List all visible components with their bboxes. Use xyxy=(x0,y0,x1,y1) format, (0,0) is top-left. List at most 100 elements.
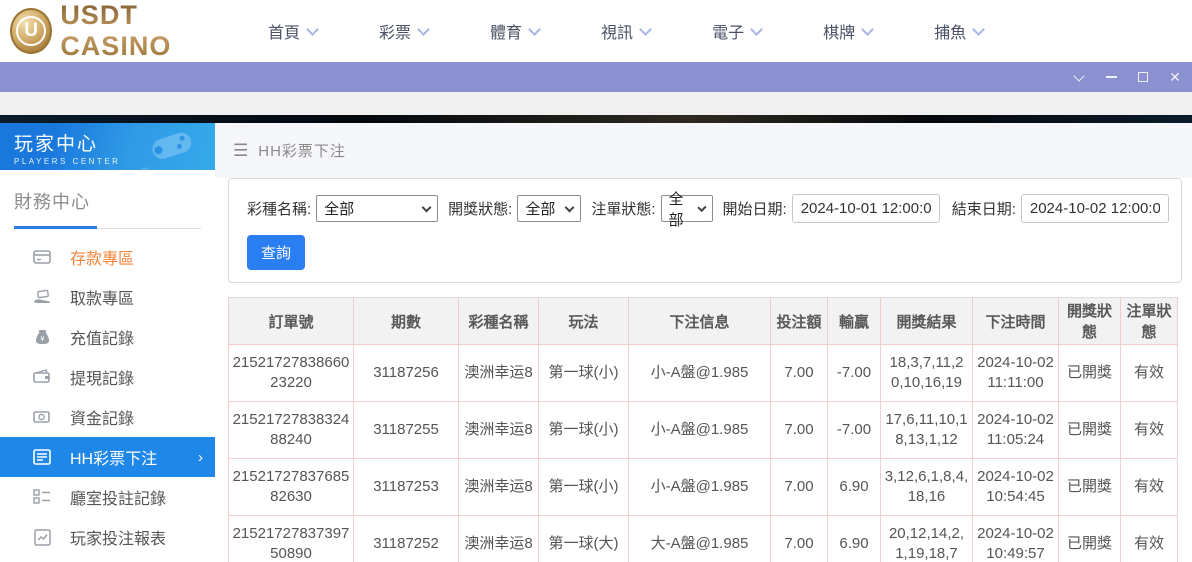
maximize-button[interactable] xyxy=(1128,62,1158,92)
nav-label: 捕魚 xyxy=(934,19,966,43)
nav-item[interactable]: 首頁 xyxy=(268,19,317,43)
table-header-cell: 玩法 xyxy=(539,298,629,345)
nav-label: 電子 xyxy=(712,19,744,43)
table-cell: 7.00 xyxy=(771,345,828,402)
table-cell: 小-A盤@1.985 xyxy=(629,402,771,459)
filter-panel: 彩種名稱: 全部 開獎狀態: 全部 注單狀態: 全部 開始日期: 結束日期: xyxy=(228,178,1182,283)
nav-item[interactable]: 彩票 xyxy=(379,19,428,43)
table-cell: 澳洲幸运8 xyxy=(459,516,539,562)
logo-coin-icon: U xyxy=(10,8,52,54)
nav-label: 視訊 xyxy=(601,19,633,43)
table-cell: 17,6,11,10,18,13,1,12 xyxy=(881,402,973,459)
table-cell: 已開獎 xyxy=(1059,402,1121,459)
table-header-cell: 訂單號 xyxy=(229,298,354,345)
sidebar-item[interactable]: 存款專區 xyxy=(0,237,215,277)
table-header-cell: 注單狀態 xyxy=(1121,298,1178,345)
sidebar-item[interactable]: 玩家投注報表 xyxy=(0,517,215,557)
sidebar-item[interactable]: ¥ 充值記錄 xyxy=(0,317,215,357)
top-header: U USDT CASINO 首頁 彩票 體育 視訊 電子 棋牌 捕魚 xyxy=(0,0,1192,62)
table-cell: 7.00 xyxy=(771,459,828,516)
sidebar-item[interactable]: HH彩票下注› xyxy=(0,437,215,477)
table-cell: 澳洲幸运8 xyxy=(459,345,539,402)
table-cell: 31187253 xyxy=(354,459,459,516)
nav-item[interactable]: 捕魚 xyxy=(934,19,983,43)
table-header-cell: 開獎結果 xyxy=(881,298,973,345)
table-cell: 有效 xyxy=(1121,402,1178,459)
table-cell: 第一球(小) xyxy=(539,459,629,516)
sidebar-item[interactable]: 資金記錄 xyxy=(0,397,215,437)
table-cell: 7.00 xyxy=(771,402,828,459)
table-cell: 6.90 xyxy=(828,516,881,562)
recharge-record-icon: ¥ xyxy=(32,327,52,347)
page-titlebar: ☰ HH彩票下注 xyxy=(215,123,1192,178)
table-cell: 31187256 xyxy=(354,345,459,402)
table-head: 訂單號期數彩種名稱玩法下注信息投注額輸贏開獎結果下注時間開獎狀態注單狀態 xyxy=(229,298,1178,345)
table-cell: 3,12,6,1,8,4,18,16 xyxy=(881,459,973,516)
minimize-button[interactable] xyxy=(1096,62,1126,92)
sidebar-item[interactable]: 提現記錄 xyxy=(0,357,215,397)
order-status-label: 注單狀態: xyxy=(591,198,655,219)
logo-letter: U xyxy=(16,16,46,46)
table-header-cell: 下注時間 xyxy=(973,298,1059,345)
close-button[interactable]: ✕ xyxy=(1160,62,1190,92)
sidebar-item-label: 存款專區 xyxy=(70,245,134,269)
nav-label: 體育 xyxy=(490,19,522,43)
table-cell: 第一球(大) xyxy=(539,516,629,562)
table-cell: -7.00 xyxy=(828,402,881,459)
sidebar-item[interactable]: 取款專區 xyxy=(0,277,215,317)
room-record-icon xyxy=(32,487,52,507)
sidebar-item-label: 廳室投註記錄 xyxy=(70,485,166,509)
table-cell: 2152172783866023220 xyxy=(229,345,354,402)
chevron-down-icon xyxy=(1073,70,1084,81)
start-date-label: 開始日期: xyxy=(723,198,787,219)
chevron-down-icon xyxy=(972,23,985,36)
sidebar-item[interactable]: 廳室投註記錄 xyxy=(0,477,215,517)
table-cell: 已開獎 xyxy=(1059,459,1121,516)
chevron-down-icon xyxy=(306,23,319,36)
table-cell: 有效 xyxy=(1121,459,1178,516)
minimize-icon xyxy=(1106,76,1117,78)
table-row: 215217278373975089031187252澳洲幸运8第一球(大)大-… xyxy=(229,516,1178,562)
chevron-down-icon xyxy=(750,23,763,36)
end-date-label: 結束日期: xyxy=(952,198,1016,219)
table-cell: 澳洲幸运8 xyxy=(459,402,539,459)
table-header-cell: 下注信息 xyxy=(629,298,771,345)
table-cell: 第一球(小) xyxy=(539,402,629,459)
finance-section-title: 財務中心 xyxy=(14,188,201,214)
dark-strip xyxy=(0,115,1192,123)
sidebar-item-label: 取款專區 xyxy=(70,285,134,309)
start-date-input[interactable] xyxy=(792,194,940,223)
sidebar-item-label: 充值記錄 xyxy=(70,325,134,349)
lottery-name-select[interactable]: 全部 xyxy=(316,195,438,222)
restore-down-button[interactable] xyxy=(1064,62,1094,92)
table-row: 215217278376858263031187253澳洲幸运8第一球(小)小-… xyxy=(229,459,1178,516)
table-cell: -7.00 xyxy=(828,345,881,402)
query-button[interactable]: 查詢 xyxy=(247,235,305,270)
sidebar-item-label: 資金記錄 xyxy=(70,405,134,429)
sidebar: 玩家中心 PLAYERS CENTER 財務中心 存款專區取款專區 ¥ 充值記錄提現… xyxy=(0,123,215,562)
gamepad-icon xyxy=(125,127,207,170)
draw-status-label: 開獎狀態: xyxy=(448,198,512,219)
sidebar-header: 玩家中心 PLAYERS CENTER xyxy=(0,123,215,170)
content-layout: 玩家中心 PLAYERS CENTER 財務中心 存款專區取款專區 ¥ 充值記錄提現… xyxy=(0,123,1192,562)
draw-status-select[interactable]: 全部 xyxy=(517,195,581,222)
nav-item[interactable]: 視訊 xyxy=(601,19,650,43)
table-cell: 31187255 xyxy=(354,402,459,459)
table-header-cell: 輸贏 xyxy=(828,298,881,345)
table-header-cell: 開獎狀態 xyxy=(1059,298,1121,345)
table-cell: 2024-10-02 11:11:00 xyxy=(973,345,1059,402)
nav-item[interactable]: 棋牌 xyxy=(823,19,872,43)
nav-label: 彩票 xyxy=(379,19,411,43)
nav-item[interactable]: 電子 xyxy=(712,19,761,43)
nav-item[interactable]: 體育 xyxy=(490,19,539,43)
end-date-input[interactable] xyxy=(1021,194,1169,223)
table-header-cell: 投注額 xyxy=(771,298,828,345)
chevron-down-icon xyxy=(422,202,432,212)
logo[interactable]: U USDT CASINO xyxy=(10,0,240,62)
table-cell: 2152172783832488240 xyxy=(229,402,354,459)
chevron-down-icon xyxy=(417,23,430,36)
table-cell: 澳洲幸运8 xyxy=(459,459,539,516)
finance-section: 財務中心 xyxy=(0,170,215,229)
menu-icon[interactable]: ☰ xyxy=(233,141,248,161)
order-status-select[interactable]: 全部 xyxy=(661,195,713,222)
